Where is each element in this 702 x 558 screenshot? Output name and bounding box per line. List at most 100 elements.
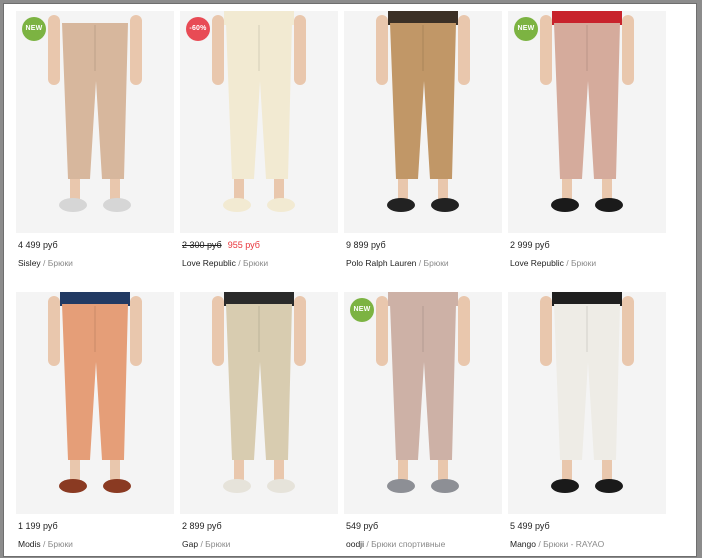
new-badge: NEW xyxy=(350,298,374,322)
left-arm xyxy=(48,15,60,85)
top-garment xyxy=(388,292,458,306)
product-brand[interactable]: Love Republic xyxy=(182,258,236,268)
right-ankle xyxy=(438,460,448,480)
right-shoe xyxy=(103,198,131,212)
top-garment xyxy=(60,292,130,306)
product-price: 2 300 руб 955 руб xyxy=(182,240,260,250)
product-brand[interactable]: oodji xyxy=(346,539,364,549)
product-photo[interactable] xyxy=(508,292,666,514)
product-brand[interactable]: Mango xyxy=(510,539,536,549)
product-brand[interactable]: Modis xyxy=(18,539,41,549)
left-shoe xyxy=(551,198,579,212)
product-photo[interactable] xyxy=(16,11,174,233)
right-shoe xyxy=(267,479,295,493)
left-arm xyxy=(376,15,388,85)
product-photo[interactable] xyxy=(344,11,502,233)
right-shoe xyxy=(431,479,459,493)
right-ankle xyxy=(602,179,612,199)
right-arm xyxy=(294,296,306,366)
product-category[interactable]: Брюки xyxy=(424,258,449,268)
left-ankle xyxy=(398,179,408,199)
product-photo[interactable] xyxy=(180,292,338,514)
right-arm xyxy=(458,15,470,85)
discount-badge: -60% xyxy=(186,17,210,41)
product-brand[interactable]: Gap xyxy=(182,539,198,549)
left-arm xyxy=(376,296,388,366)
top-garment xyxy=(552,11,622,25)
right-ankle xyxy=(274,460,284,480)
right-shoe xyxy=(595,479,623,493)
left-shoe xyxy=(387,479,415,493)
right-ankle xyxy=(438,179,448,199)
left-arm xyxy=(540,296,552,366)
left-ankle xyxy=(562,179,572,199)
right-arm xyxy=(294,15,306,85)
product-category[interactable]: Брюки спортивные xyxy=(371,539,445,549)
product-price: 1 199 руб xyxy=(18,521,58,531)
left-shoe xyxy=(59,198,87,212)
product-brand[interactable]: Polo Ralph Lauren xyxy=(346,258,416,268)
top-garment xyxy=(224,11,294,25)
right-arm xyxy=(130,15,142,85)
left-ankle xyxy=(70,460,80,480)
product-price: 5 499 руб xyxy=(510,521,550,531)
product-brand[interactable]: Love Republic xyxy=(510,258,564,268)
left-shoe xyxy=(551,479,579,493)
product-photo[interactable] xyxy=(180,11,338,233)
product-price: 2 899 руб xyxy=(182,521,222,531)
product-category[interactable]: Брюки xyxy=(571,258,596,268)
left-arm xyxy=(212,15,224,85)
product-meta: Modis / Брюки xyxy=(18,539,73,549)
left-ankle xyxy=(70,179,80,199)
left-ankle xyxy=(234,179,244,199)
product-photo[interactable] xyxy=(508,11,666,233)
left-shoe xyxy=(223,198,251,212)
top-garment xyxy=(60,11,130,25)
top-garment xyxy=(224,292,294,306)
left-ankle xyxy=(562,460,572,480)
old-price: 2 300 руб xyxy=(182,240,222,250)
right-arm xyxy=(622,15,634,85)
right-ankle xyxy=(110,460,120,480)
product-price: 4 499 руб xyxy=(18,240,58,250)
left-shoe xyxy=(387,198,415,212)
product-meta: Love Republic / Брюки xyxy=(510,258,597,268)
product-category[interactable]: Брюки xyxy=(243,258,268,268)
left-ankle xyxy=(234,460,244,480)
left-shoe xyxy=(223,479,251,493)
product-meta: Mango / Брюки - RAYAO xyxy=(510,539,605,549)
left-shoe xyxy=(59,479,87,493)
new-badge: NEW xyxy=(514,17,538,41)
product-category[interactable]: Брюки xyxy=(48,539,73,549)
top-garment xyxy=(388,11,458,25)
product-meta: Polo Ralph Lauren / Брюки xyxy=(346,258,449,268)
product-price: 9 899 руб xyxy=(346,240,386,250)
left-arm xyxy=(212,296,224,366)
product-price: 549 руб xyxy=(346,521,379,531)
product-meta: Sisley / Брюки xyxy=(18,258,73,268)
product-photo[interactable] xyxy=(344,292,502,514)
sale-price: 955 руб xyxy=(227,240,260,250)
right-shoe xyxy=(595,198,623,212)
product-photo[interactable] xyxy=(16,292,174,514)
right-arm xyxy=(130,296,142,366)
right-ankle xyxy=(602,460,612,480)
right-shoe xyxy=(267,198,295,212)
product-category[interactable]: Брюки xyxy=(48,258,73,268)
product-price: 2 999 руб xyxy=(510,240,550,250)
right-arm xyxy=(458,296,470,366)
right-shoe xyxy=(103,479,131,493)
top-garment xyxy=(552,292,622,306)
new-badge: NEW xyxy=(22,17,46,41)
right-arm xyxy=(622,296,634,366)
product-meta: Love Republic / Брюки xyxy=(182,258,269,268)
product-grid: NEW 4 499 руб Sisley / Брюки -60% 2 300 … xyxy=(3,3,697,557)
product-meta: oodji / Брюки спортивные xyxy=(346,539,446,549)
left-ankle xyxy=(398,460,408,480)
product-brand[interactable]: Sisley xyxy=(18,258,41,268)
left-arm xyxy=(48,296,60,366)
product-meta: Gap / Брюки xyxy=(182,539,231,549)
product-category[interactable]: Брюки - RAYAO xyxy=(543,539,604,549)
product-category[interactable]: Брюки xyxy=(205,539,230,549)
left-arm xyxy=(540,15,552,85)
